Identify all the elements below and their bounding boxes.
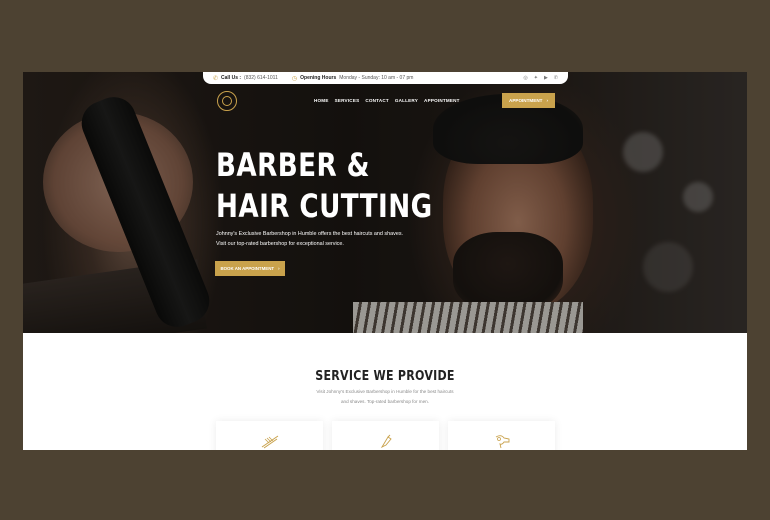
whatsapp-icon[interactable]: ✆ bbox=[554, 75, 558, 81]
arrow-right-icon: › bbox=[546, 98, 548, 103]
hero-title-line-1: BARBER & bbox=[216, 146, 370, 184]
clock-icon: ◷ bbox=[291, 75, 298, 82]
hero-section: ✆ Call Us : (832) 614-1011 ◷ Opening Hou… bbox=[23, 72, 747, 333]
twitter-icon[interactable]: ✦ bbox=[534, 75, 538, 81]
phone-icon: ✆ bbox=[213, 75, 219, 82]
hair-dryer-icon bbox=[495, 435, 509, 449]
services-description: Visit Johnny's Exclusive Barbershop in H… bbox=[305, 387, 465, 406]
services-desc-line-2: and shaves. Top-rated barbershop for men… bbox=[340, 398, 429, 404]
nav-item-contact[interactable]: CONTACT bbox=[365, 98, 389, 103]
hours-value: Monday - Sunday: 10 am - 07 pm bbox=[339, 75, 414, 81]
hero-title: BARBER & HAIR CUTTING bbox=[216, 145, 433, 227]
nav-item-services[interactable]: SERVICES bbox=[335, 98, 360, 103]
book-appointment-button[interactable]: BOOK AN APPOINTMENT › bbox=[215, 261, 285, 276]
main-nav: HOME SERVICES CONTACT GALLERY APPOINTMEN… bbox=[314, 98, 460, 103]
hero-title-line-2: HAIR CUTTING bbox=[216, 187, 433, 225]
book-appointment-label: BOOK AN APPOINTMENT bbox=[220, 266, 275, 271]
logo-emblem-icon bbox=[222, 96, 232, 106]
nav-item-home[interactable]: HOME bbox=[314, 98, 329, 103]
arrow-right-icon: › bbox=[278, 266, 280, 271]
nav-item-appointment[interactable]: APPOINTMENT bbox=[424, 98, 460, 103]
services-heading: SERVICE WE PROVIDE bbox=[315, 369, 455, 384]
service-card[interactable] bbox=[448, 421, 555, 450]
social-links: ◎ ✦ ▶ ✆ bbox=[523, 75, 558, 81]
hero-description: Johnny's Exclusive Barbershop in Humble … bbox=[216, 229, 416, 249]
instagram-icon[interactable]: ◎ bbox=[523, 75, 527, 81]
appointment-button[interactable]: APPOINTMENT › bbox=[502, 93, 555, 108]
call-label: Call Us : bbox=[221, 75, 242, 81]
youtube-icon[interactable]: ▶ bbox=[544, 75, 548, 81]
nav-item-gallery[interactable]: GALLERY bbox=[395, 98, 418, 103]
phone-number-link[interactable]: (832) 614-1011 bbox=[244, 75, 278, 81]
hours-label: Opening Hours bbox=[300, 75, 337, 81]
services-desc-line-1: Visit Johnny's Exclusive Barbershop in H… bbox=[316, 389, 454, 394]
hero-desc-line-1: Johnny's Exclusive Barbershop in Humble … bbox=[216, 231, 404, 237]
top-info-bar: ✆ Call Us : (832) 614-1011 ◷ Opening Hou… bbox=[203, 72, 568, 84]
razor-icon bbox=[380, 434, 392, 449]
hero-desc-line-2: Visit our top-rated barbershop for excep… bbox=[216, 241, 344, 247]
scissors-comb-icon bbox=[261, 435, 278, 449]
service-card[interactable] bbox=[216, 421, 323, 450]
appointment-button-label: APPOINTMENT bbox=[509, 98, 543, 103]
site-logo[interactable] bbox=[217, 91, 237, 111]
service-card[interactable] bbox=[332, 421, 439, 450]
website-preview: ✆ Call Us : (832) 614-1011 ◷ Opening Hou… bbox=[23, 72, 747, 450]
